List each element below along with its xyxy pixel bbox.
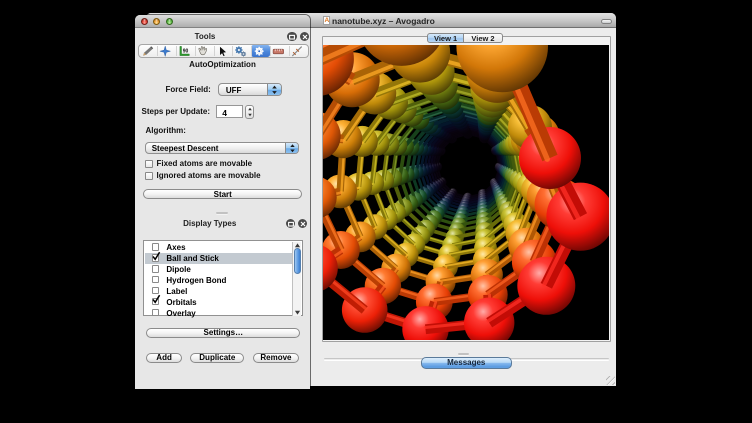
- svg-text:90: 90: [182, 48, 188, 54]
